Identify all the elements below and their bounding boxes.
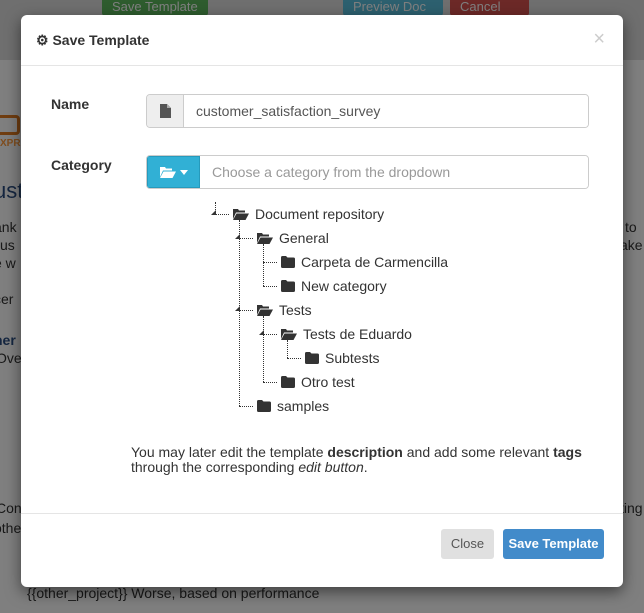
- tree-connector: [215, 214, 229, 215]
- gear-icon: ⚙: [36, 32, 49, 48]
- tree-node[interactable]: Tests: [257, 300, 312, 320]
- file-icon: [147, 95, 184, 127]
- tree-connector: [287, 358, 301, 359]
- folder-icon: [281, 256, 295, 268]
- tree-node-label: Subtests: [325, 350, 380, 366]
- tree-node-label: General: [279, 230, 329, 246]
- tree-connector: [263, 316, 264, 382]
- modal-header: ⚙ Save Template ×: [21, 15, 623, 66]
- note-bold: description: [327, 444, 403, 460]
- folder-open-icon: [257, 304, 273, 316]
- save-template-dialog: ⚙ Save Template × Name Category Document…: [21, 15, 623, 587]
- tree-node[interactable]: samples: [257, 396, 329, 416]
- expand-toggle-icon[interactable]: [235, 234, 240, 239]
- tree-node[interactable]: Document repository: [233, 204, 384, 224]
- name-input-group: [146, 94, 589, 128]
- tree-connector: [263, 334, 277, 335]
- tree-connector: [263, 286, 277, 287]
- folder-open-icon: [257, 232, 273, 244]
- modal-footer-divider: [21, 513, 623, 514]
- note-text: .: [363, 459, 368, 475]
- tree-node-label: Otro test: [301, 374, 355, 390]
- folder-icon: [305, 352, 319, 364]
- note-text: and add some relevant: [402, 444, 554, 460]
- name-input[interactable]: [184, 95, 588, 127]
- tree-node[interactable]: Carpeta de Carmencilla: [281, 252, 448, 272]
- folder-icon: [281, 376, 295, 388]
- category-label: Category: [51, 157, 112, 173]
- note-italic: edit button: [298, 459, 364, 475]
- folder-icon: [257, 400, 271, 412]
- folder-open-icon: [233, 208, 249, 220]
- modal-title-text: Save Template: [52, 32, 150, 48]
- tree-connector: [239, 310, 253, 311]
- tree-node-label: Tests: [279, 302, 312, 318]
- folder-icon: [281, 280, 295, 292]
- folder-open-icon: [281, 328, 297, 340]
- save-template-button[interactable]: Save Template: [503, 529, 604, 559]
- tree-node-label: Tests de Eduardo: [303, 326, 412, 342]
- tree-node[interactable]: General: [257, 228, 329, 248]
- category-input[interactable]: [200, 156, 588, 188]
- tree-connector: [215, 202, 216, 214]
- tree-connector: [263, 262, 277, 263]
- tree-node-label: samples: [277, 398, 330, 414]
- modal-title: ⚙ Save Template: [36, 32, 149, 49]
- tree-node[interactable]: Otro test: [281, 372, 355, 392]
- close-button[interactable]: Close: [441, 529, 494, 559]
- tree-node-label: New category: [301, 278, 387, 294]
- tree-node-label: Document repository: [255, 206, 385, 222]
- name-label: Name: [51, 96, 90, 112]
- caret-down-icon: [179, 169, 188, 175]
- note-bold: tags: [553, 444, 582, 460]
- note-text: You may later edit the template: [131, 444, 328, 460]
- help-note: You may later edit the template descript…: [131, 445, 601, 475]
- note-text: through the corresponding: [131, 459, 299, 475]
- tree-connector: [263, 244, 264, 286]
- tree-connector: [239, 220, 240, 406]
- tree-node[interactable]: New category: [281, 276, 387, 296]
- tree-connector: [239, 238, 253, 239]
- tree-connector: [239, 406, 253, 407]
- close-icon[interactable]: ×: [593, 28, 605, 51]
- category-dropdown-button[interactable]: [147, 156, 200, 188]
- expand-toggle-icon[interactable]: [259, 330, 264, 335]
- tree-node-label: Carpeta de Carmencilla: [301, 254, 449, 270]
- tree-connector: [263, 382, 277, 383]
- tree-node[interactable]: Subtests: [305, 348, 379, 368]
- tree-node[interactable]: Tests de Eduardo: [281, 324, 412, 344]
- tree-connector: [287, 340, 288, 358]
- category-input-group: [146, 155, 589, 189]
- folder-open-icon: [159, 167, 176, 178]
- expand-toggle-icon[interactable]: [235, 306, 240, 311]
